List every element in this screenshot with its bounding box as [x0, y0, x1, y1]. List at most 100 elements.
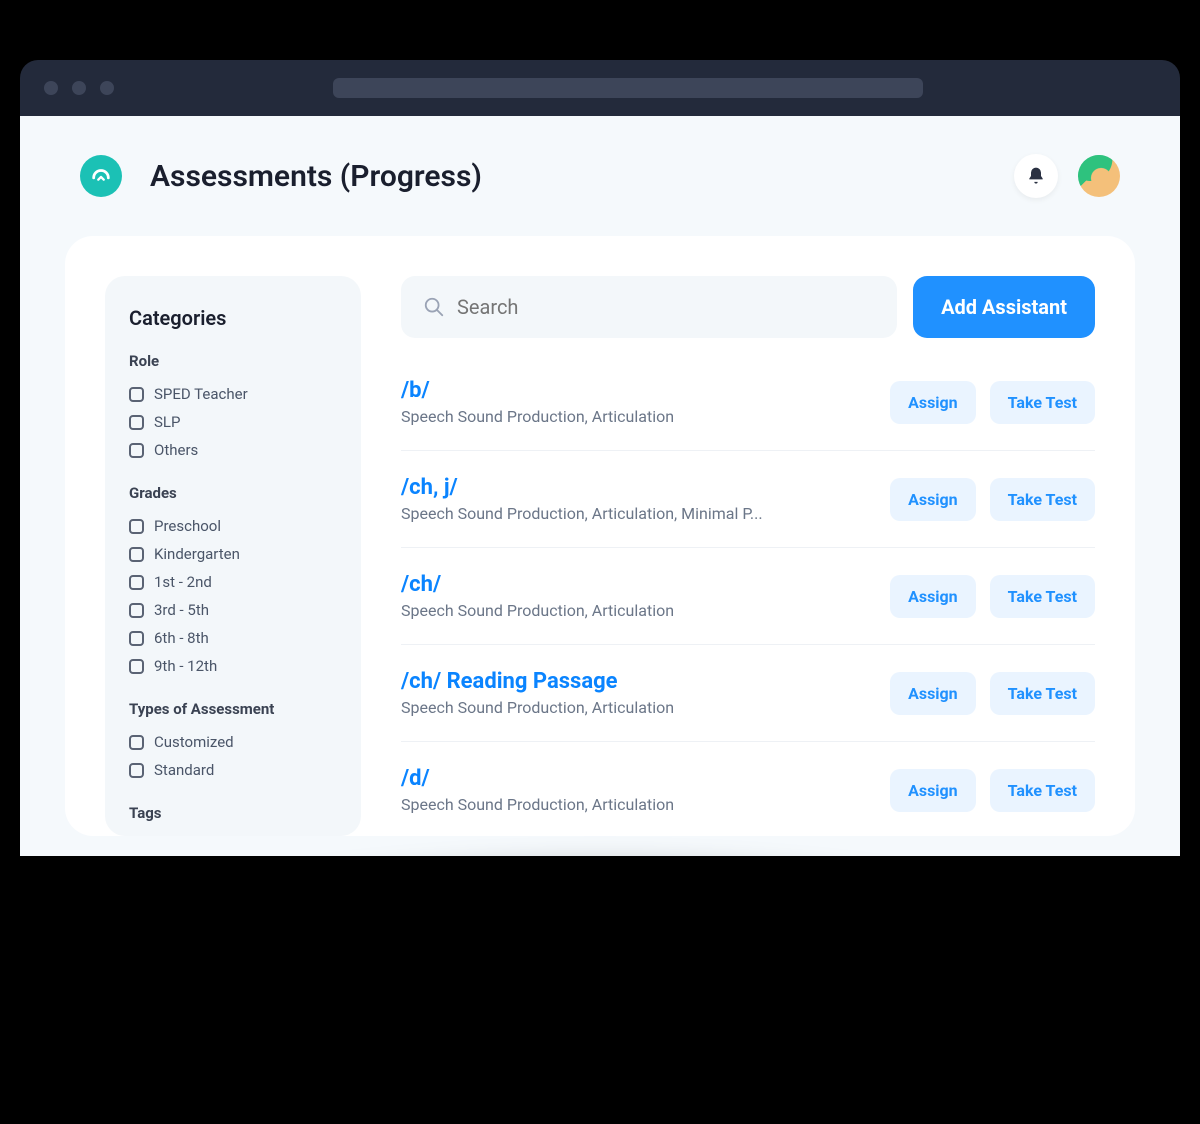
sidebar-title: Categories	[129, 306, 337, 330]
filter-item[interactable]: Articulation Screening	[129, 832, 337, 836]
assessment-subtitle: Speech Sound Production, Articulation	[401, 698, 870, 717]
take-test-button[interactable]: Take Test	[990, 575, 1095, 618]
filter-item-label: 9th - 12th	[154, 657, 217, 675]
main-area: Add Assistant /b/Speech Sound Production…	[401, 276, 1095, 836]
assign-button[interactable]: Assign	[890, 672, 976, 715]
url-bar[interactable]	[333, 78, 923, 98]
bell-icon	[1026, 166, 1046, 186]
filter-group: Grades Preschool Kindergarten 1st - 2nd 3rd …	[129, 484, 337, 680]
search-box[interactable]	[401, 276, 897, 338]
filter-item-label: Standard	[154, 761, 214, 779]
row-actions: Assign Take Test	[890, 381, 1095, 424]
filter-item-label: 6th - 8th	[154, 629, 209, 647]
checkbox-icon	[129, 631, 144, 646]
filter-item[interactable]: Standard	[129, 756, 337, 784]
assessment-subtitle: Speech Sound Production, Articulation	[401, 795, 870, 814]
filter-item-label: 3rd - 5th	[154, 601, 209, 619]
assessment-row: /ch, j/Speech Sound Production, Articula…	[401, 451, 1095, 548]
filter-heading: Grades	[129, 484, 337, 502]
filter-item-label: Customized	[154, 733, 234, 751]
take-test-button[interactable]: Take Test	[990, 381, 1095, 424]
take-test-button[interactable]: Take Test	[990, 672, 1095, 715]
sidebar: Categories Role SPED Teacher SLP Others Grad…	[105, 276, 361, 836]
assessment-list: /b/Speech Sound Production, Articulation…	[401, 368, 1095, 836]
filter-heading: Role	[129, 352, 337, 370]
viewport: Assessments (Progress) Categories Role SP…	[20, 116, 1180, 856]
assessment-title: /ch/	[401, 572, 870, 597]
row-actions: Assign Take Test	[890, 672, 1095, 715]
filter-item-label: 1st - 2nd	[154, 573, 212, 591]
checkbox-icon	[129, 659, 144, 674]
row-actions: Assign Take Test	[890, 575, 1095, 618]
app-logo[interactable]	[80, 155, 122, 197]
assessment-title: /ch/ Reading Passage	[401, 669, 870, 694]
avatar[interactable]	[1078, 155, 1120, 197]
filter-item-label: Others	[154, 441, 198, 459]
filter-item[interactable]: SLP	[129, 408, 337, 436]
assign-button[interactable]: Assign	[890, 575, 976, 618]
assign-button[interactable]: Assign	[890, 769, 976, 812]
assessment-title: /b/	[401, 378, 870, 403]
checkbox-icon	[129, 735, 144, 750]
checkbox-icon	[129, 763, 144, 778]
search-icon	[423, 296, 445, 318]
logo-arc-icon	[90, 165, 112, 187]
filter-item[interactable]: 6th - 8th	[129, 624, 337, 652]
assign-button[interactable]: Assign	[890, 478, 976, 521]
filter-item[interactable]: 3rd - 5th	[129, 596, 337, 624]
assessment-info[interactable]: /ch, j/Speech Sound Production, Articula…	[401, 475, 870, 523]
drop-shadow	[110, 846, 1090, 1026]
add-assistant-button[interactable]: Add Assistant	[913, 276, 1095, 338]
filter-item[interactable]: 9th - 12th	[129, 652, 337, 680]
assessment-info[interactable]: /b/Speech Sound Production, Articulation	[401, 378, 870, 426]
filter-group: Role SPED Teacher SLP Others	[129, 352, 337, 464]
assessment-title: /d/	[401, 766, 870, 791]
filter-item[interactable]: Customized	[129, 728, 337, 756]
assessment-info[interactable]: /d/Speech Sound Production, Articulation	[401, 766, 870, 814]
assessment-subtitle: Speech Sound Production, Articulation, M…	[401, 504, 870, 523]
checkbox-icon	[129, 603, 144, 618]
filter-item[interactable]: 1st - 2nd	[129, 568, 337, 596]
page-title: Assessments (Progress)	[150, 159, 482, 194]
assessment-info[interactable]: /ch/Speech Sound Production, Articulatio…	[401, 572, 870, 620]
filter-item[interactable]: Kindergarten	[129, 540, 337, 568]
browser-title-bar	[20, 60, 1180, 116]
filter-group: Tags Articulation Screening	[129, 804, 337, 836]
assessment-info[interactable]: /ch/ Reading Passage Speech Sound Product…	[401, 669, 870, 717]
assessment-subtitle: Speech Sound Production, Articulation	[401, 601, 870, 620]
notifications-button[interactable]	[1014, 154, 1058, 198]
traffic-light-close[interactable]	[44, 81, 58, 95]
filter-item[interactable]: SPED Teacher	[129, 380, 337, 408]
checkbox-icon	[129, 575, 144, 590]
filter-heading: Tags	[129, 804, 337, 822]
take-test-button[interactable]: Take Test	[990, 769, 1095, 812]
filter-item-label: Preschool	[154, 517, 221, 535]
checkbox-icon	[129, 519, 144, 534]
row-actions: Assign Take Test	[890, 769, 1095, 812]
checkbox-icon	[129, 415, 144, 430]
checkbox-icon	[129, 387, 144, 402]
filter-item-label: Kindergarten	[154, 545, 240, 563]
filter-group: Types of Assessment Customized Standard	[129, 700, 337, 784]
assessment-row: /ch/Speech Sound Production, Articulatio…	[401, 548, 1095, 645]
traffic-light-minimize[interactable]	[72, 81, 86, 95]
assessment-row: /b/Speech Sound Production, Articulation…	[401, 368, 1095, 451]
search-input[interactable]	[457, 295, 875, 319]
take-test-button[interactable]: Take Test	[990, 478, 1095, 521]
traffic-light-zoom[interactable]	[100, 81, 114, 95]
app-header: Assessments (Progress)	[20, 116, 1180, 226]
filter-item-label: SPED Teacher	[154, 385, 248, 403]
filter-item-label: SLP	[154, 413, 180, 431]
assessment-row: /ch/ Reading Passage Speech Sound Product…	[401, 645, 1095, 742]
assessment-subtitle: Speech Sound Production, Articulation	[401, 407, 870, 426]
filter-heading: Types of Assessment	[129, 700, 337, 718]
filter-item[interactable]: Preschool	[129, 512, 337, 540]
filter-item[interactable]: Others	[129, 436, 337, 464]
content-card: Categories Role SPED Teacher SLP Others Grad…	[65, 236, 1135, 836]
assessment-row: /d/Speech Sound Production, Articulation…	[401, 742, 1095, 836]
checkbox-icon	[129, 547, 144, 562]
assign-button[interactable]: Assign	[890, 381, 976, 424]
assessment-title: /ch, j/	[401, 475, 870, 500]
row-actions: Assign Take Test	[890, 478, 1095, 521]
browser-frame: Assessments (Progress) Categories Role SP…	[20, 60, 1180, 856]
